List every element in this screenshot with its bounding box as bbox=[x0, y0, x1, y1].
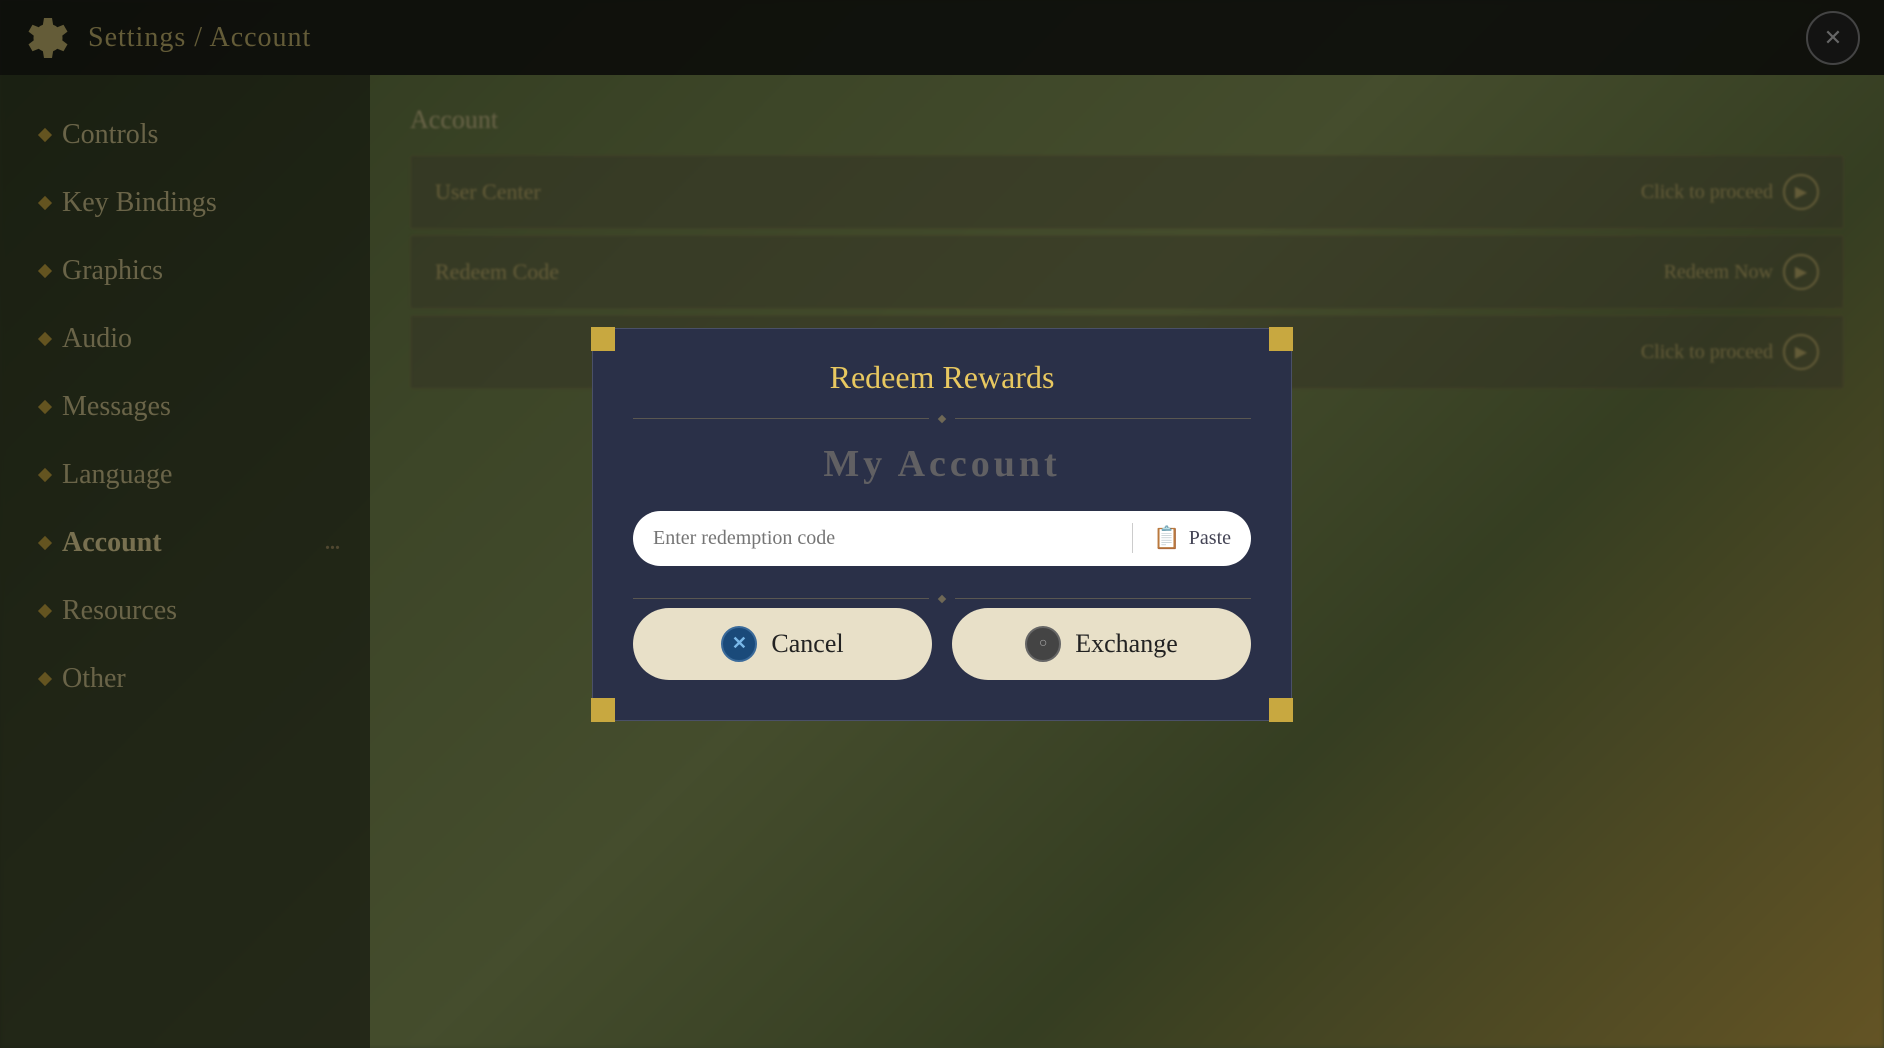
exchange-label: Exchange bbox=[1075, 629, 1178, 659]
modal-title: Redeem Rewards bbox=[633, 359, 1251, 396]
paste-label: Paste bbox=[1189, 527, 1231, 550]
deco-diamond bbox=[938, 414, 946, 422]
modal-buttons: ✕ Cancel ○ Exchange bbox=[633, 608, 1251, 680]
exchange-o-icon: ○ bbox=[1025, 626, 1061, 662]
redemption-input-row: 📋 Paste bbox=[633, 511, 1251, 566]
cancel-x-icon: ✕ bbox=[721, 626, 757, 662]
cancel-label: Cancel bbox=[771, 629, 843, 659]
modal-subtitle: My Account bbox=[633, 442, 1251, 486]
redemption-code-input[interactable] bbox=[633, 511, 1132, 566]
cancel-button[interactable]: ✕ Cancel bbox=[633, 608, 932, 680]
deco-diamond bbox=[938, 594, 946, 602]
exchange-button[interactable]: ○ Exchange bbox=[952, 608, 1251, 680]
deco-line-top bbox=[633, 416, 1251, 422]
paste-icon: 📋 bbox=[1153, 525, 1180, 551]
modal-overlay: Redeem Rewards My Account 📋 Paste ✕ Canc… bbox=[0, 0, 1884, 1048]
redeem-modal: Redeem Rewards My Account 📋 Paste ✕ Canc… bbox=[592, 328, 1292, 721]
corner-decoration-tr bbox=[1269, 327, 1293, 351]
corner-decoration-bl bbox=[591, 698, 615, 722]
paste-button[interactable]: 📋 Paste bbox=[1133, 513, 1251, 563]
corner-decoration-br bbox=[1269, 698, 1293, 722]
deco-line-bottom bbox=[633, 596, 1251, 602]
corner-decoration-tl bbox=[591, 327, 615, 351]
